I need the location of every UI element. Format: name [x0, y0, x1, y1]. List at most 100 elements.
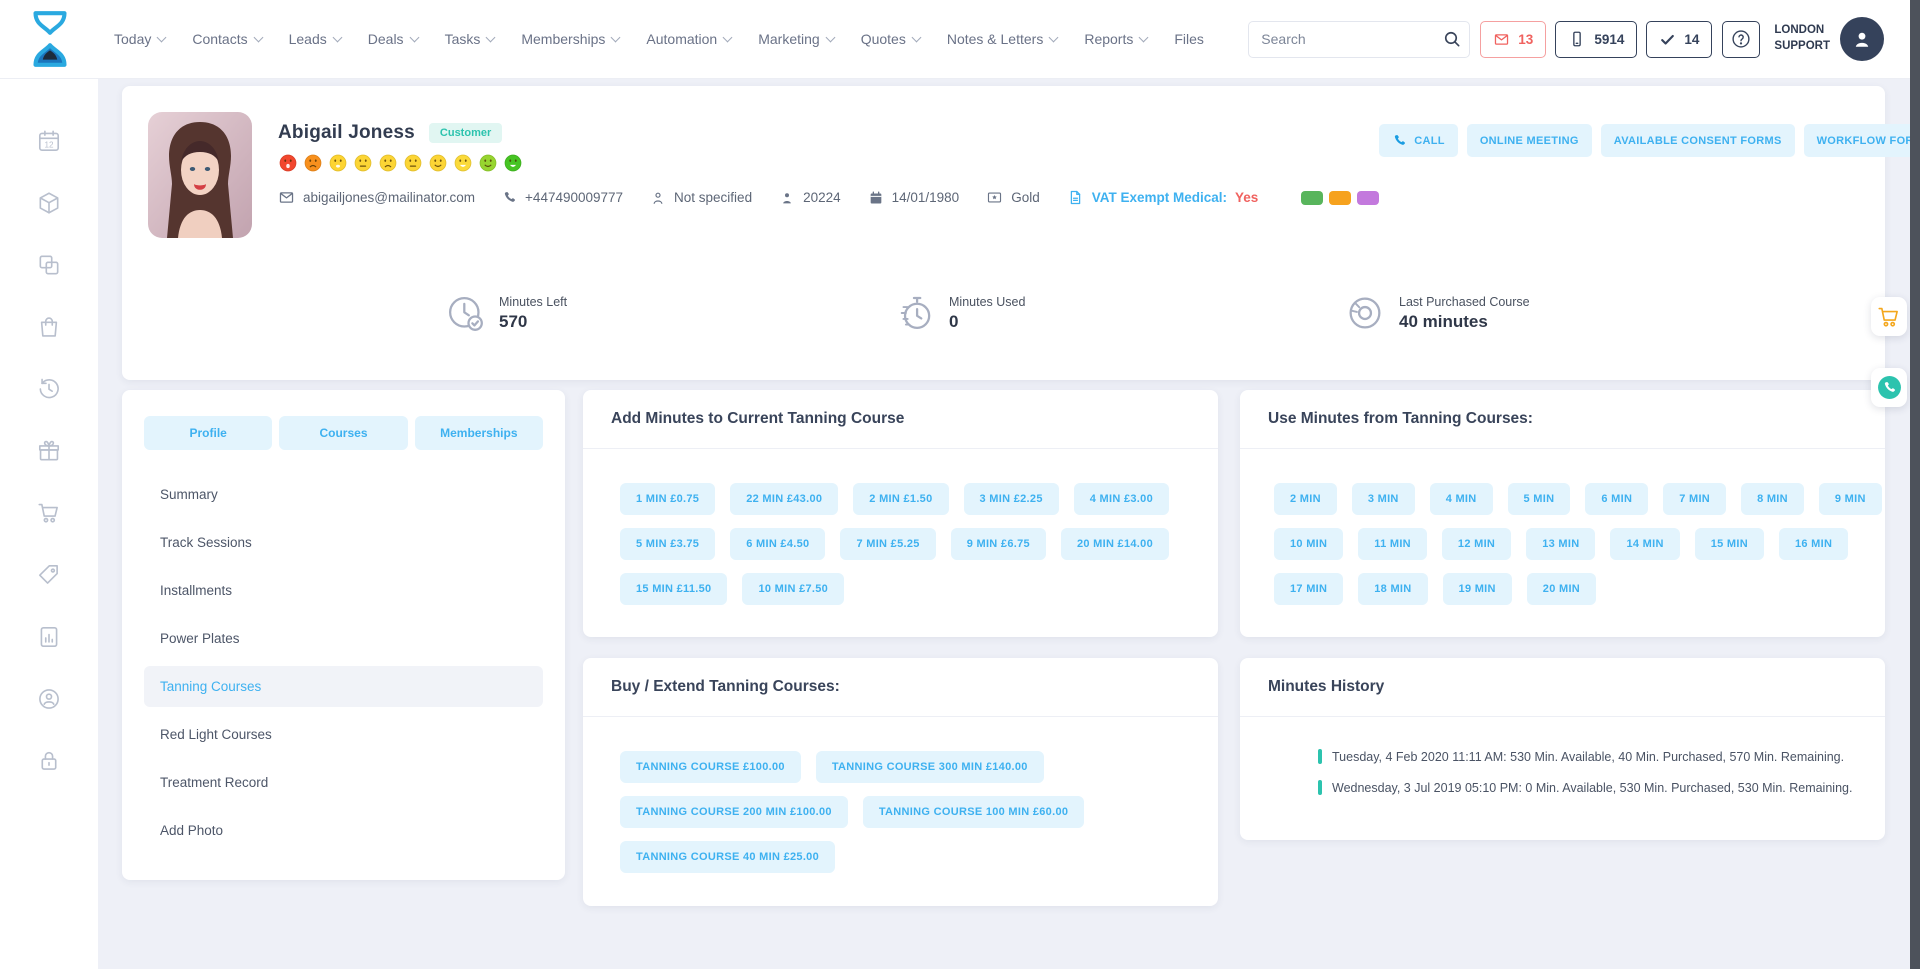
nav-item-marketing[interactable]: Marketing [758, 31, 833, 47]
menu-item-red-light-courses[interactable]: Red Light Courses [144, 714, 543, 755]
floating-cart-button[interactable] [1871, 297, 1907, 336]
use-minutes-pill[interactable]: 12 MIN [1442, 528, 1511, 560]
buy-course-pill[interactable]: TANNING COURSE 200 MIN £100.00 [620, 796, 848, 828]
nav-item-deals[interactable]: Deals [368, 31, 418, 47]
app-logo[interactable] [24, 8, 76, 70]
add-minutes-pill[interactable]: 5 MIN £3.75 [620, 528, 715, 560]
mood-face-2-icon[interactable] [303, 153, 323, 173]
nav-item-today[interactable]: Today [114, 31, 165, 47]
use-minutes-pill[interactable]: 11 MIN [1358, 528, 1427, 560]
smartphone-counter-badge[interactable]: 5914 [1555, 21, 1637, 58]
mood-face-6-icon[interactable] [403, 153, 423, 173]
floating-phone-button[interactable] [1871, 368, 1907, 407]
use-minutes-pill[interactable]: 13 MIN [1526, 528, 1595, 560]
add-minutes-pill[interactable]: 10 MIN £7.50 [742, 573, 844, 605]
nav-item-reports[interactable]: Reports [1084, 31, 1147, 47]
nav-item-files[interactable]: Files [1174, 31, 1204, 47]
menu-item-installments[interactable]: Installments [144, 570, 543, 611]
buy-course-pill[interactable]: TANNING COURSE £100.00 [620, 751, 801, 783]
mood-face-10-icon[interactable] [503, 153, 523, 173]
add-minutes-pill[interactable]: 2 MIN £1.50 [853, 483, 948, 515]
use-minutes-pill[interactable]: 16 MIN [1779, 528, 1848, 560]
user-avatar[interactable] [1840, 17, 1884, 61]
nav-item-contacts[interactable]: Contacts [192, 31, 261, 47]
scrollbar[interactable] [1910, 0, 1920, 969]
smartphone-icon [1568, 30, 1586, 48]
lock-icon[interactable] [36, 748, 62, 774]
use-minutes-pill[interactable]: 2 MIN [1274, 483, 1337, 515]
buy-course-pill[interactable]: TANNING COURSE 300 MIN £140.00 [816, 751, 1044, 783]
menu-item-summary[interactable]: Summary [144, 474, 543, 515]
online-meeting-button[interactable]: ONLINE MEETING [1467, 124, 1592, 157]
use-minutes-pill[interactable]: 14 MIN [1610, 528, 1679, 560]
report-icon[interactable] [36, 624, 62, 650]
workflow-form-button[interactable]: WORKFLOW FORM [1804, 124, 1920, 157]
use-minutes-pill[interactable]: 18 MIN [1358, 573, 1427, 605]
use-minutes-pill[interactable]: 9 MIN [1819, 483, 1882, 515]
price-tag-icon[interactable] [36, 562, 62, 588]
add-minutes-pill[interactable]: 4 MIN £3.00 [1074, 483, 1169, 515]
menu-item-power-plates[interactable]: Power Plates [144, 618, 543, 659]
use-minutes-pill[interactable]: 15 MIN [1695, 528, 1764, 560]
menu-item-track-sessions[interactable]: Track Sessions [144, 522, 543, 563]
gift-icon[interactable] [36, 438, 62, 464]
shopping-bag-icon[interactable] [36, 314, 62, 340]
mood-face-7-icon[interactable] [428, 153, 448, 173]
use-minutes-pill[interactable]: 8 MIN [1741, 483, 1804, 515]
mood-face-5-icon[interactable] [378, 153, 398, 173]
nav-item-leads[interactable]: Leads [289, 31, 341, 47]
buy-course-pill[interactable]: TANNING COURSE 100 MIN £60.00 [863, 796, 1084, 828]
package-icon[interactable] [36, 190, 62, 216]
add-minutes-pill[interactable]: 9 MIN £6.75 [951, 528, 1046, 560]
copy-icon[interactable] [36, 252, 62, 278]
history-icon[interactable] [36, 376, 62, 402]
add-minutes-pill[interactable]: 20 MIN £14.00 [1061, 528, 1169, 560]
nav-item-quotes[interactable]: Quotes [861, 31, 920, 47]
add-minutes-pill[interactable]: 22 MIN £43.00 [730, 483, 838, 515]
add-minutes-pill[interactable]: 7 MIN £5.25 [840, 528, 935, 560]
color-tags [1301, 191, 1379, 205]
nav-item-memberships[interactable]: Memberships [521, 31, 619, 47]
add-minutes-pill[interactable]: 1 MIN £0.75 [620, 483, 715, 515]
use-minutes-pill[interactable]: 20 MIN [1527, 573, 1596, 605]
call-button[interactable]: CALL [1379, 124, 1458, 157]
nav-item-automation[interactable]: Automation [646, 31, 731, 47]
check-counter-badge[interactable]: 14 [1646, 21, 1712, 58]
calendar-icon[interactable]: 12 [36, 128, 62, 154]
use-minutes-pill[interactable]: 7 MIN [1663, 483, 1726, 515]
add-minutes-pill[interactable]: 15 MIN £11.50 [620, 573, 727, 605]
tab-memberships[interactable]: Memberships [415, 416, 543, 450]
mail-counter-badge[interactable]: 13 [1480, 21, 1546, 58]
account-time-icon[interactable] [36, 686, 62, 712]
mood-face-8-icon[interactable] [453, 153, 473, 173]
contact-abigailjones-mailinator-com[interactable]: abigailjones@mailinator.com [278, 189, 475, 206]
use-minutes-pill[interactable]: 5 MIN [1508, 483, 1571, 515]
search-icon[interactable] [1442, 29, 1462, 49]
mood-face-9-icon[interactable] [478, 153, 498, 173]
use-minutes-pill[interactable]: 4 MIN [1430, 483, 1493, 515]
contact-447490009777[interactable]: +447490009777 [502, 190, 623, 205]
menu-item-treatment-record[interactable]: Treatment Record [144, 762, 543, 803]
add-minutes-pill[interactable]: 3 MIN £2.25 [964, 483, 1059, 515]
nav-item-tasks[interactable]: Tasks [445, 31, 495, 47]
nav-label: Automation [646, 31, 717, 47]
cart-icon[interactable] [36, 500, 62, 526]
use-minutes-pill[interactable]: 17 MIN [1274, 573, 1343, 605]
available-consent-forms-button[interactable]: AVAILABLE CONSENT FORMS [1601, 124, 1795, 157]
mood-face-4-icon[interactable] [353, 153, 373, 173]
mood-face-3-icon[interactable] [328, 153, 348, 173]
use-minutes-pill[interactable]: 10 MIN [1274, 528, 1343, 560]
use-minutes-pill[interactable]: 6 MIN [1585, 483, 1648, 515]
use-minutes-pill[interactable]: 19 MIN [1443, 573, 1512, 605]
use-minutes-pill[interactable]: 3 MIN [1352, 483, 1415, 515]
menu-item-add-photo[interactable]: Add Photo [144, 810, 543, 851]
mood-face-1-icon[interactable] [278, 153, 298, 173]
add-minutes-pill[interactable]: 6 MIN £4.50 [730, 528, 825, 560]
menu-item-tanning-courses[interactable]: Tanning Courses [144, 666, 543, 707]
nav-item-notes-letters[interactable]: Notes & Letters [947, 31, 1058, 47]
tab-profile[interactable]: Profile [144, 416, 272, 450]
search-input[interactable] [1261, 31, 1442, 47]
tab-courses[interactable]: Courses [279, 416, 407, 450]
buy-course-pill[interactable]: TANNING COURSE 40 MIN £25.00 [620, 841, 835, 873]
help-button[interactable] [1722, 21, 1760, 58]
